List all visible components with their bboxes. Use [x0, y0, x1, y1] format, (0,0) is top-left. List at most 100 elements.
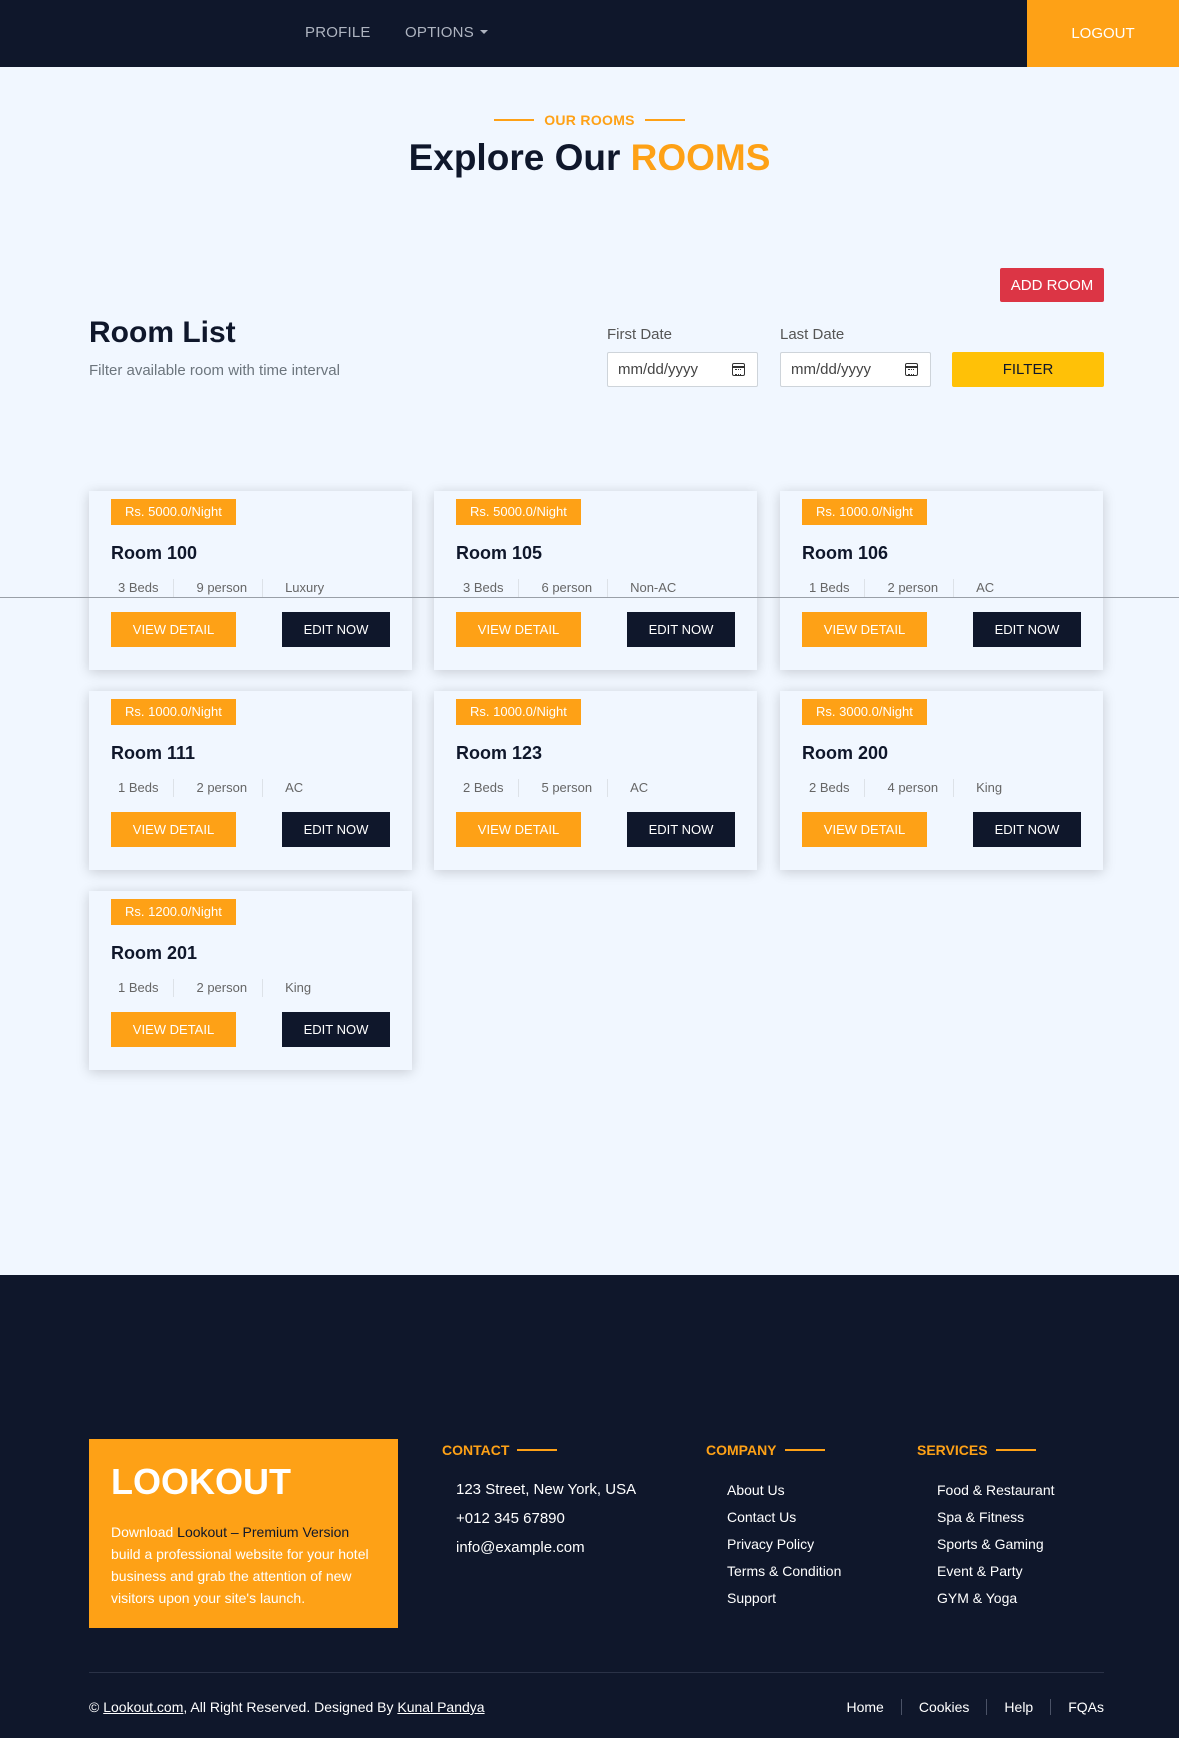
company-heading: COMPANY [706, 1442, 825, 1458]
room-name: Room 201 [111, 943, 198, 963]
contact-list: 123 Street, New York, USA +012 345 67890… [456, 1480, 636, 1567]
contact-heading: CONTACT [442, 1442, 558, 1458]
view-detail-button[interactable]: VIEW DETAIL [111, 612, 236, 647]
room-beds: 2 Beds [802, 779, 866, 797]
view-detail-button[interactable]: VIEW DETAIL [802, 612, 927, 647]
room-beds: 1 Beds [802, 579, 866, 597]
footer-menu-faqs[interactable]: FQAs [1051, 1699, 1104, 1715]
room-name: Room 105 [456, 543, 543, 563]
edit-now-button[interactable]: EDIT NOW [973, 612, 1081, 647]
add-room-button[interactable]: ADD ROOM [1000, 268, 1104, 302]
first-date-input[interactable]: mm/dd/yyyy [607, 352, 758, 387]
room-features: 2 Beds 5 person AC [456, 779, 663, 797]
tag-line-left [494, 119, 535, 121]
footer-link-terms[interactable]: Terms & Condition [727, 1561, 841, 1588]
copyright: © Lookout.com, All Right Reserved. Desig… [89, 1699, 485, 1715]
room-features: 1 Beds 2 person AC [802, 579, 1009, 597]
company-heading-label: COMPANY [706, 1442, 777, 1458]
footer-link-support[interactable]: Support [727, 1588, 841, 1615]
edit-now-button[interactable]: EDIT NOW [973, 812, 1081, 847]
price-badge: Rs. 1000.0/Night [456, 699, 581, 725]
footer-link-food[interactable]: Food & Restaurant [937, 1480, 1055, 1507]
first-date-label: First Date [607, 326, 673, 343]
room-type: AC [630, 780, 649, 795]
footer: LOOKOUT Download Lookout – Premium Versi… [0, 1275, 1179, 1738]
room-features: 1 Beds 2 person AC [111, 779, 318, 797]
footer-link-event[interactable]: Event & Party [937, 1561, 1055, 1588]
services-heading-label: SERVICES [917, 1442, 988, 1458]
view-detail-button[interactable]: VIEW DETAIL [111, 812, 236, 847]
room-type: Luxury [285, 580, 325, 595]
room-type: AC [976, 580, 995, 595]
author-link[interactable]: Kunal Pandya [397, 1699, 484, 1715]
brand-text-intro: Download [111, 1524, 174, 1540]
nav-profile-link[interactable]: PROFILE [305, 24, 371, 41]
footer-menu-cookies[interactable]: Cookies [902, 1699, 988, 1715]
room-capacity: 9 person [174, 579, 264, 597]
room-capacity: 2 person [865, 579, 955, 597]
room-features: 1 Beds 2 person King [111, 979, 326, 997]
room-capacity: 2 person [174, 779, 264, 797]
price-badge: Rs. 5000.0/Night [456, 499, 581, 525]
room-features: 2 Beds 4 person King [802, 779, 1017, 797]
logout-button[interactable]: LOGOUT [1027, 0, 1179, 67]
view-detail-button[interactable]: VIEW DETAIL [111, 1012, 236, 1047]
room-type: King [976, 780, 1003, 795]
calendar-icon[interactable] [905, 363, 918, 376]
premium-version-link[interactable]: Lookout – Premium Version [177, 1524, 349, 1540]
footer-link-contact[interactable]: Contact Us [727, 1507, 841, 1534]
section-tag: OUR ROOMS [0, 112, 1179, 128]
room-beds: 3 Beds [456, 579, 520, 597]
edit-now-button[interactable]: EDIT NOW [627, 812, 735, 847]
room-beds: 2 Beds [456, 779, 520, 797]
room-card: Rs. 1000.0/Night Room 123 2 Beds 5 perso… [434, 691, 757, 870]
price-badge: Rs. 5000.0/Night [111, 499, 236, 525]
footer-menu: Home Cookies Help FQAs [829, 1699, 1104, 1715]
footer-link-privacy[interactable]: Privacy Policy [727, 1534, 841, 1561]
room-type: King [285, 980, 312, 995]
room-beds: 1 Beds [111, 779, 175, 797]
footer-link-gym[interactable]: GYM & Yoga [937, 1588, 1055, 1615]
room-list-title: Room List [89, 316, 236, 349]
room-card: Rs. 1000.0/Night Room 111 1 Beds 2 perso… [89, 691, 412, 870]
room-capacity: 6 person [519, 579, 609, 597]
price-badge: Rs. 3000.0/Night [802, 699, 927, 725]
navbar: PROFILE OPTIONS LOGOUT [0, 0, 1179, 67]
page-title-highlight: ROOMS [630, 137, 771, 178]
brand-logo[interactable]: LOOKOUT [111, 1461, 291, 1503]
room-card: Rs. 5000.0/Night Room 105 3 Beds 6 perso… [434, 491, 757, 670]
room-beds: 1 Beds [111, 979, 175, 997]
nav-options-dropdown[interactable]: OPTIONS [405, 24, 488, 41]
last-date-label: Last Date [780, 326, 845, 343]
contact-phone[interactable]: +012 345 67890 [456, 1509, 636, 1538]
edit-now-button[interactable]: EDIT NOW [282, 1012, 390, 1047]
calendar-icon[interactable] [732, 363, 745, 376]
footer-menu-help[interactable]: Help [987, 1699, 1052, 1715]
last-date-placeholder: mm/dd/yyyy [791, 361, 872, 378]
view-detail-button[interactable]: VIEW DETAIL [456, 612, 581, 647]
contact-email[interactable]: info@example.com [456, 1538, 636, 1567]
view-detail-button[interactable]: VIEW DETAIL [802, 812, 927, 847]
edit-now-button[interactable]: EDIT NOW [282, 812, 390, 847]
services-links: Food & Restaurant Spa & Fitness Sports &… [937, 1480, 1055, 1615]
footer-link-sports[interactable]: Sports & Gaming [937, 1534, 1055, 1561]
brand-text-body: build a professional website for your ho… [111, 1546, 369, 1606]
room-capacity: 4 person [865, 779, 955, 797]
room-card: Rs. 5000.0/Night Room 100 3 Beds 9 perso… [89, 491, 412, 670]
page-title: Explore Our ROOMS [0, 137, 1179, 179]
heading-line [995, 1449, 1036, 1451]
footer-menu-home[interactable]: Home [829, 1699, 902, 1715]
room-beds: 3 Beds [111, 579, 175, 597]
site-link[interactable]: Lookout.com [103, 1699, 183, 1715]
copyright-text: , All Right Reserved. Designed By [183, 1699, 394, 1715]
filter-button[interactable]: FILTER [952, 352, 1104, 387]
room-type: Non-AC [630, 580, 677, 595]
footer-link-spa[interactable]: Spa & Fitness [937, 1507, 1055, 1534]
heading-line [517, 1449, 558, 1451]
edit-now-button[interactable]: EDIT NOW [627, 612, 735, 647]
last-date-input[interactable]: mm/dd/yyyy [780, 352, 931, 387]
room-name: Room 123 [456, 743, 543, 763]
edit-now-button[interactable]: EDIT NOW [282, 612, 390, 647]
view-detail-button[interactable]: VIEW DETAIL [456, 812, 581, 847]
footer-link-about[interactable]: About Us [727, 1480, 841, 1507]
